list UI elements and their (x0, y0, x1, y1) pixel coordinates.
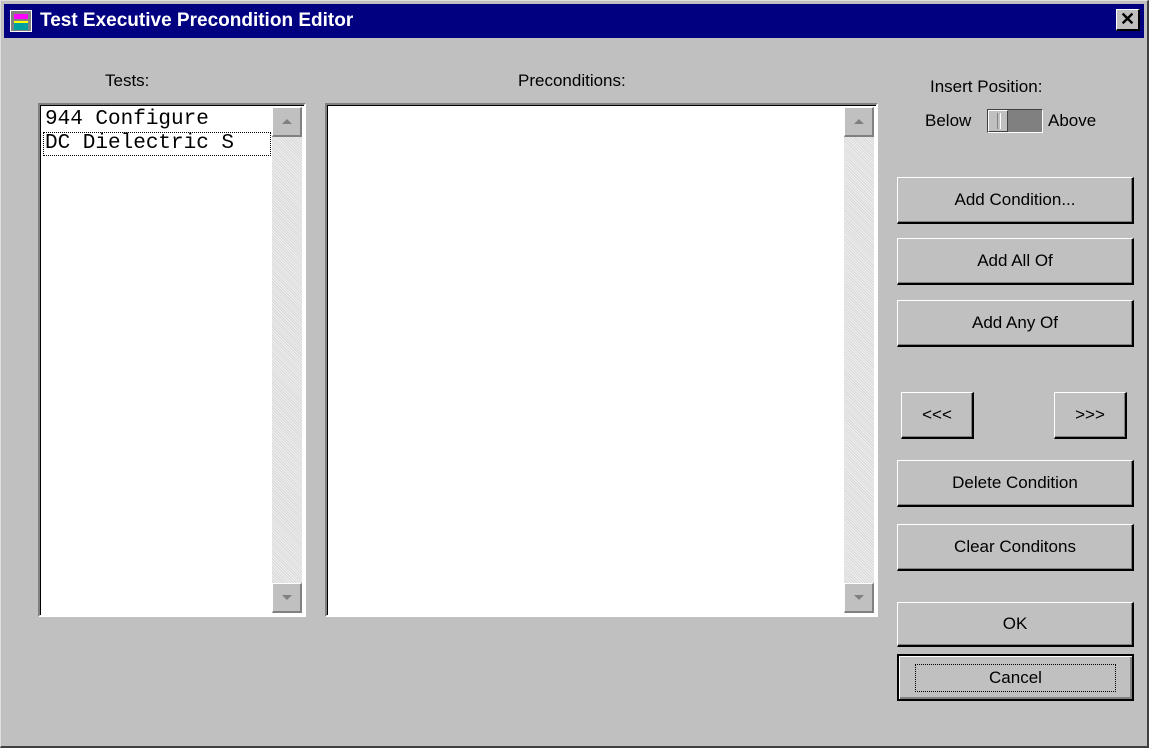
move-left-label: <<< (922, 405, 952, 424)
add-condition-label: Add Condition... (954, 190, 1076, 209)
move-right-button[interactable]: >>> (1054, 392, 1127, 439)
scroll-up-button[interactable] (272, 107, 302, 137)
tests-listbox[interactable]: 944 Configure DC Dielectric S (38, 103, 306, 617)
scroll-up-button[interactable] (844, 107, 874, 137)
move-left-button[interactable]: <<< (901, 392, 974, 439)
window-title: Test Executive Precondition Editor (40, 10, 354, 31)
close-button[interactable]: ✕ (1116, 9, 1140, 31)
cancel-button[interactable]: Cancel (897, 654, 1134, 701)
delete-condition-label: Delete Condition (952, 473, 1078, 492)
insert-position-toggle[interactable] (987, 109, 1043, 133)
toggle-thumb[interactable] (988, 110, 1008, 132)
arrow-down-icon (853, 595, 864, 600)
preconditions-listbox[interactable] (325, 103, 878, 617)
ok-button[interactable]: OK (897, 602, 1134, 647)
ok-label: OK (1002, 614, 1028, 633)
toggle-above-label: Above (1048, 111, 1097, 130)
tests-list-item[interactable]: 944 Configure (43, 108, 271, 132)
add-all-of-button[interactable]: Add All Of (897, 238, 1134, 285)
scroll-down-button[interactable] (844, 583, 874, 613)
add-all-of-label: Add All Of (977, 251, 1053, 270)
cancel-label: Cancel (915, 663, 1116, 692)
preconditions-label: Preconditions: (518, 71, 626, 90)
clear-conditions-label: Clear Conditons (954, 537, 1076, 556)
add-any-of-button[interactable]: Add Any Of (897, 300, 1134, 347)
arrow-down-icon (281, 595, 292, 600)
tests-list-item[interactable]: DC Dielectric S (43, 132, 271, 156)
arrow-up-icon (281, 119, 292, 124)
tests-label: Tests: (105, 71, 150, 90)
tests-list: 944 Configure DC Dielectric S (43, 108, 271, 156)
scroll-down-button[interactable] (272, 583, 302, 613)
title-bar[interactable]: Test Executive Precondition Editor ✕ (4, 4, 1144, 38)
preconditions-scrollbar[interactable] (844, 107, 874, 613)
toggle-below-label: Below (925, 111, 972, 130)
insert-position-label: Insert Position: (930, 77, 1043, 96)
clear-conditions-button[interactable]: Clear Conditons (897, 524, 1134, 571)
add-condition-button[interactable]: Add Condition... (897, 177, 1134, 224)
delete-condition-button[interactable]: Delete Condition (897, 460, 1134, 507)
tests-scrollbar[interactable] (272, 107, 302, 613)
arrow-up-icon (853, 119, 864, 124)
app-icon (10, 10, 32, 32)
precondition-editor-dialog: Test Executive Precondition Editor ✕ Tes… (0, 0, 1149, 748)
add-any-of-label: Add Any Of (972, 313, 1058, 332)
move-right-label: >>> (1075, 405, 1105, 424)
